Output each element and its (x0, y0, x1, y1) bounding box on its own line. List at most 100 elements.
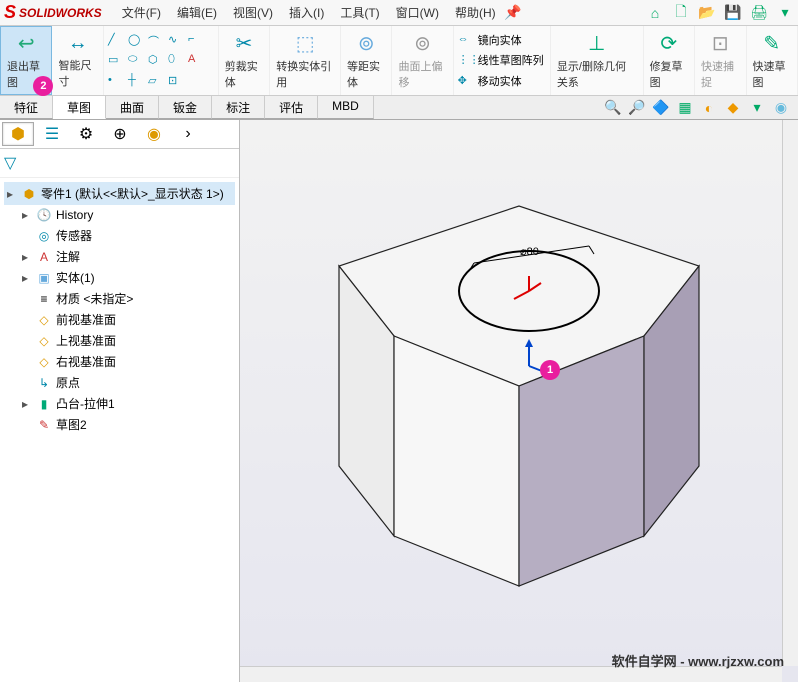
smart-dimension-button[interactable]: ↔ 智能尺寸 (52, 26, 103, 95)
zoom-fit-icon[interactable]: 🔍 (604, 99, 622, 117)
zoom-area-icon[interactable]: 🔎 (628, 99, 646, 117)
open-icon[interactable]: 📂 (698, 4, 716, 22)
tree-root[interactable]: ▸ ⬢ 零件1 (默认<<默认>_显示状态 1>) (4, 182, 235, 205)
polygon-icon[interactable]: ⬡ (148, 53, 162, 67)
sketch-tools-group: ╱ ◯ ⌒ ∿ ⌐ ▭ ⬭ ⬡ ⬯ A • ┼ ▱ ⊡ (104, 26, 219, 95)
print-icon[interactable]: 🖨 (750, 4, 768, 22)
rectangle-icon[interactable]: ▭ (108, 53, 122, 67)
hexagonal-prism-model[interactable] (319, 191, 719, 611)
plane-icon[interactable]: ▱ (148, 74, 162, 88)
config-icon: ⚙ (79, 124, 93, 144)
tree-front-plane[interactable]: ◇ 前视基准面 (4, 309, 235, 330)
dimension-label[interactable]: ⌀80 (520, 245, 539, 258)
tree-right-plane[interactable]: ◇ 右视基准面 (4, 351, 235, 372)
tab-annot[interactable]: 标注 (212, 96, 265, 119)
mirror-label[interactable]: 镜向实体 (478, 32, 522, 48)
tree-top-plane[interactable]: ◇ 上视基准面 (4, 330, 235, 351)
offset-entities-button[interactable]: ⊚ 等距实体 (341, 26, 392, 95)
surface-offset-icon: ⊚ (414, 31, 431, 56)
scene-icon[interactable]: ◆ (724, 99, 742, 117)
feature-tree: ▸ ⬢ 零件1 (默认<<默认>_显示状态 1>) ▸ 🕓 History ◎ … (0, 178, 239, 682)
tree-history[interactable]: ▸ 🕓 History (4, 205, 235, 225)
expand-icon[interactable]: ▸ (22, 397, 32, 411)
move-icon[interactable]: ✥ (458, 74, 472, 88)
tab-sketch[interactable]: 草图 (53, 96, 106, 119)
tree-extrude1[interactable]: ▸ ▮ 凸台-拉伸1 (4, 393, 235, 414)
hide-show-icon[interactable]: ▾ (748, 99, 766, 117)
section-view-icon[interactable]: ◐ (700, 99, 718, 117)
tree-origin[interactable]: ↳ 原点 (4, 372, 235, 393)
vertical-scrollbar[interactable] (782, 120, 798, 666)
new-doc-icon[interactable]: 🗋 (672, 4, 690, 22)
menu-edit[interactable]: 编辑(E) (169, 4, 225, 21)
pin-icon[interactable]: 📌 (504, 4, 522, 22)
slot-icon[interactable]: ⬭ (128, 53, 142, 67)
menu-view[interactable]: 视图(V) (225, 4, 281, 21)
display-delete-relations-button[interactable]: ⊥ 显示/删除几何关系 (551, 26, 644, 95)
menu-insert[interactable]: 插入(I) (281, 4, 332, 21)
menu-help[interactable]: 帮助(H) (447, 4, 504, 21)
sketch-icon: ✎ (36, 417, 52, 433)
plane-icon: ◇ (36, 354, 52, 370)
text-icon[interactable]: A (188, 53, 202, 67)
graphics-viewport[interactable]: ⌀80 1 软件自学网 - www.rjzxw.com (240, 120, 798, 682)
save-icon[interactable]: 💾 (724, 4, 742, 22)
more-icon[interactable]: ▾ (776, 4, 794, 22)
rapid-sketch-button[interactable]: ✎ 快速草图 (747, 26, 798, 95)
exit-sketch-button[interactable]: ↩ 退出草图 2 (0, 26, 52, 95)
construction-icon[interactable]: ⊡ (168, 74, 182, 88)
main-area: ⬢ ☰ ⚙ ⊕ ◉ › ▽ ▸ ⬢ 零件1 (默认<<默认>_显示状态 1>) … (0, 120, 798, 682)
tab-surface[interactable]: 曲面 (106, 96, 159, 119)
pattern-label[interactable]: 线性草图阵列 (478, 52, 544, 68)
convert-entities-button[interactable]: ⬚ 转换实体引用 (270, 26, 341, 95)
arc-icon[interactable]: ⌒ (148, 33, 162, 47)
expand-icon[interactable]: ▸ (22, 208, 32, 222)
expand-icon[interactable]: ▸ (22, 250, 32, 264)
point-icon[interactable]: • (108, 74, 122, 88)
mirror-icon[interactable]: ⇔ (458, 33, 472, 47)
tab-evaluate[interactable]: 评估 (265, 96, 318, 119)
watermark-text: 软件自学网 - www.rjzxw.com (612, 651, 784, 670)
menu-tools[interactable]: 工具(T) (332, 4, 387, 21)
view-orientation-icon[interactable]: 🔷 (652, 99, 670, 117)
feature-manager-tab[interactable]: ⬢ (2, 122, 34, 146)
trim-button[interactable]: ✂ 剪裁实体 (219, 26, 270, 95)
tree-sensors[interactable]: ◎ 传感器 (4, 225, 235, 246)
home-icon[interactable]: ⌂ (646, 4, 664, 22)
display-style-icon[interactable]: ▦ (676, 99, 694, 117)
material-label: 材质 <未指定> (56, 290, 133, 307)
property-manager-tab[interactable]: ☰ (36, 122, 68, 146)
expand-icon[interactable]: ▸ (22, 271, 32, 285)
tree-filter[interactable]: ▽ (0, 149, 239, 178)
centerline-icon[interactable]: ┼ (128, 74, 142, 88)
extrude-icon: ▮ (36, 396, 52, 412)
fillet-icon[interactable]: ⌐ (188, 33, 202, 47)
view-toolbar: 🔍 🔎 🔷 ▦ ◐ ◆ ▾ ◉ (604, 96, 798, 119)
pattern-icon[interactable]: ⋮⋮ (458, 53, 472, 67)
tree-material[interactable]: ≡ 材质 <未指定> (4, 288, 235, 309)
expand-icon[interactable]: ▸ (7, 187, 17, 201)
dimxpert-tab[interactable]: ⊕ (104, 122, 136, 146)
quick-snap-button: ⊡ 快速捕捉 (695, 26, 746, 95)
tab-mbd[interactable]: MBD (318, 96, 374, 119)
tab-feature[interactable]: 特征 (0, 96, 53, 119)
tree-sketch2[interactable]: ✎ 草图2 (4, 414, 235, 435)
smart-dim-label: 智能尺寸 (58, 57, 96, 89)
repair-sketch-button[interactable]: ⟳ 修复草图 (644, 26, 695, 95)
move-label[interactable]: 移动实体 (478, 73, 522, 89)
menu-file[interactable]: 文件(F) (114, 4, 169, 21)
ellipse-icon[interactable]: ⬯ (168, 53, 182, 67)
tab-sheetmetal[interactable]: 钣金 (159, 96, 212, 119)
menu-window[interactable]: 窗口(W) (388, 4, 447, 21)
config-manager-tab[interactable]: ⚙ (70, 122, 102, 146)
circle-icon[interactable]: ◯ (128, 33, 142, 47)
line-icon[interactable]: ╱ (108, 33, 122, 47)
solid-body-icon: ▣ (36, 270, 52, 286)
exit-sketch-icon: ↩ (18, 31, 35, 56)
overflow-tab[interactable]: › (172, 122, 204, 146)
appearance-icon[interactable]: ◉ (772, 99, 790, 117)
spline-icon[interactable]: ∿ (168, 33, 182, 47)
display-manager-tab[interactable]: ◉ (138, 122, 170, 146)
tree-solid-bodies[interactable]: ▸ ▣ 实体(1) (4, 267, 235, 288)
tree-annotations[interactable]: ▸ A 注解 (4, 246, 235, 267)
